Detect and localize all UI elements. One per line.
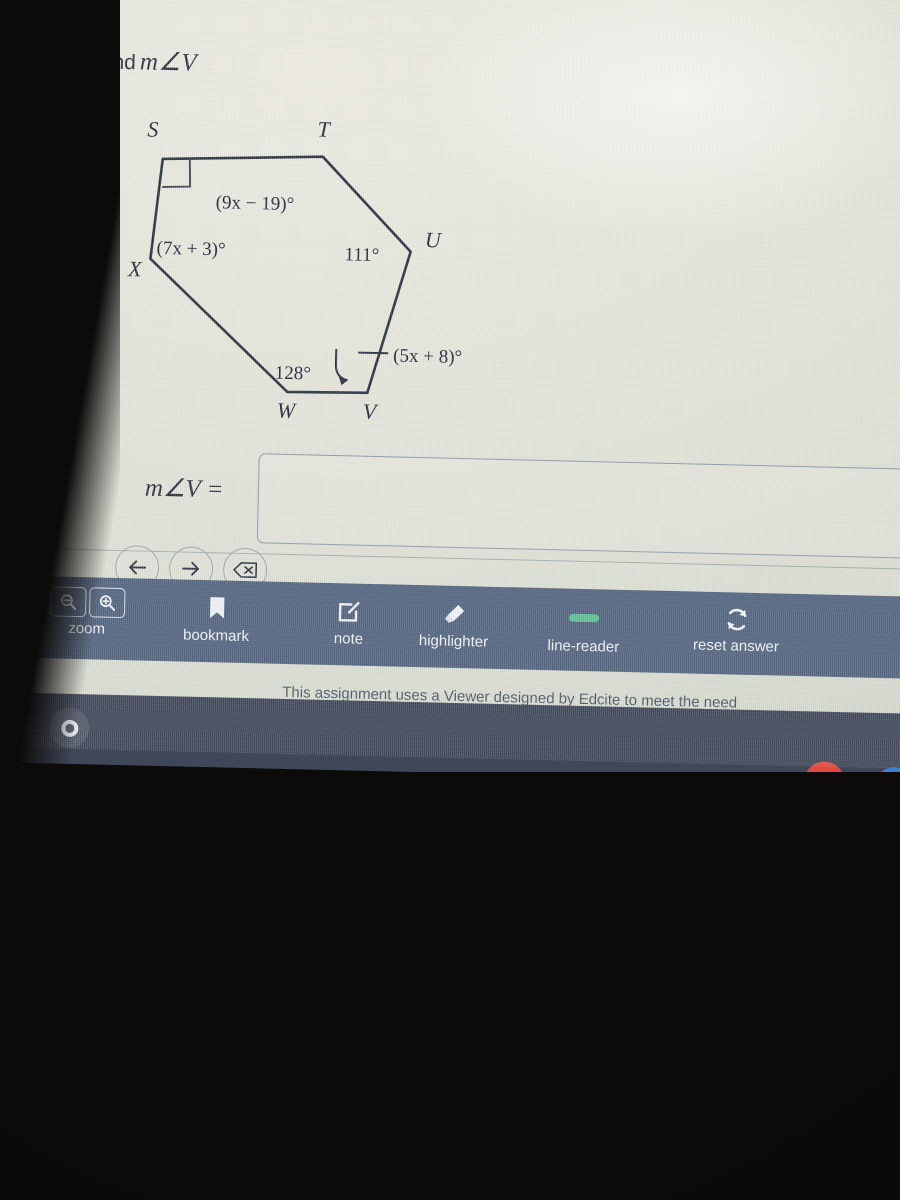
vertex-label-U: U [425, 227, 444, 252]
refresh-icon [649, 605, 825, 635]
launcher-ring [60, 719, 79, 737]
prompt-math: m∠V [139, 48, 198, 77]
toolbar-item-line-reader[interactable]: line-reader [503, 605, 664, 657]
toolbar-item-bookmark[interactable]: bookmark [148, 595, 284, 647]
device-photo: Find m∠V S T U V W X (9x − 19)° (7x + 3)… [0, 0, 900, 1200]
line-reader-icon [504, 605, 665, 635]
right-angle-marker-icon [162, 158, 192, 188]
vertex-label-X: X [127, 256, 144, 281]
zoom-button-group [32, 586, 143, 619]
assignment-content: Find m∠V S T U V W X (9x − 19)° (7x + 3)… [0, 0, 900, 812]
angle-label-W: 128° [274, 363, 311, 385]
angle-label-T: (9x − 19)° [215, 192, 294, 215]
vertex-label-W: W [277, 398, 298, 423]
toolbar-label-zoom: zoom [68, 619, 106, 638]
vertex-label-T: T [317, 117, 332, 142]
device-bezel-bottom [0, 772, 900, 1200]
viewer-toolbar: zoom bookmark note highlighter line-read… [22, 575, 900, 679]
toolbar-label-line-reader: line-reader [547, 637, 620, 656]
toolbar-label-reset-answer: reset answer [692, 636, 780, 656]
toolbar-item-reset-answer[interactable]: reset answer [648, 605, 824, 658]
answer-input[interactable] [256, 453, 900, 560]
zoom-out-button[interactable] [49, 586, 87, 618]
angle-v-leader-line [358, 351, 389, 355]
os-taskbar [20, 692, 900, 812]
question-prompt: Find m∠V [95, 45, 198, 77]
hexagon-shape [149, 155, 412, 395]
angle-label-V: (5x + 8)° [393, 345, 462, 368]
screen-surface: Find m∠V S T U V W X (9x − 19)° (7x + 3)… [0, 0, 900, 812]
vertex-label-S: S [147, 117, 159, 142]
bookmark-icon [149, 595, 285, 624]
prompt-lead: Find [94, 50, 137, 75]
vertex-label-V: V [363, 399, 380, 424]
blue-circle-icon[interactable] [875, 766, 900, 802]
chrome-active-indicator [811, 807, 836, 812]
launcher-circle-icon[interactable] [48, 707, 90, 749]
toolbar-label-bookmark: bookmark [182, 626, 250, 646]
toolbar-item-zoom[interactable]: zoom [31, 586, 142, 639]
angle-v-arrow-icon [334, 349, 348, 382]
geometry-figure: S T U V W X (9x − 19)° (7x + 3)° 111° 12… [88, 109, 515, 439]
angle-label-U: 111° [344, 244, 379, 266]
chrome-icon[interactable] [802, 759, 847, 804]
answer-label: m∠V = [144, 474, 224, 504]
angle-label-X: (7x + 3)° [156, 238, 225, 261]
zoom-in-button[interactable] [88, 587, 126, 619]
